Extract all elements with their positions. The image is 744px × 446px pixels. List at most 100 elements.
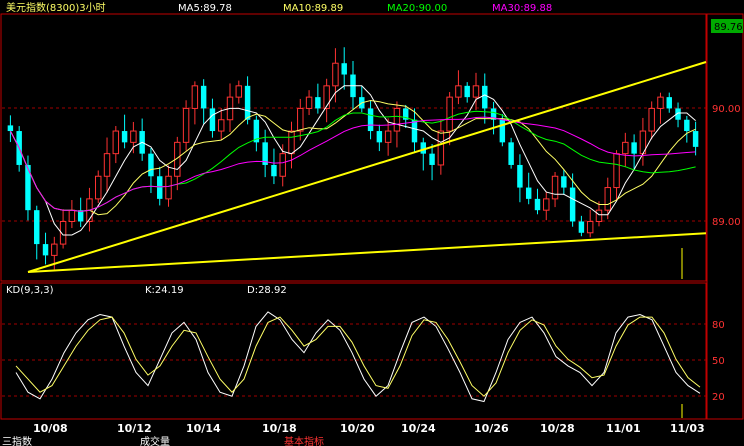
candle-body: [191, 85, 199, 109]
ytick-90: 90.00: [712, 104, 741, 115]
trendlines-group: [27, 61, 707, 273]
candle-body: [508, 142, 514, 165]
ma5-label: MA5:89.78: [178, 3, 232, 14]
candle-body: [182, 107, 190, 143]
candle-body: [376, 131, 383, 143]
candle-body: [684, 119, 690, 132]
lower-trendline: [27, 232, 707, 273]
bottom-tab[interactable]: 三指数: [2, 435, 32, 446]
candle-body: [595, 209, 603, 222]
date-tick: 11/03: [670, 422, 705, 435]
candle-body: [200, 85, 207, 109]
candle-body: [367, 108, 374, 132]
bottom-tab[interactable]: 成交量: [140, 435, 170, 446]
candle-body: [157, 176, 163, 199]
candle-body: [561, 176, 567, 188]
date-tick: 10/28: [540, 422, 575, 435]
candle-body: [586, 220, 594, 234]
candle-body: [165, 175, 172, 200]
candle-body: [332, 62, 339, 87]
candle-body: [7, 125, 14, 132]
candle-body: [42, 244, 49, 256]
candle-body: [209, 108, 216, 132]
candle-body: [437, 130, 445, 166]
date-tick: 10/26: [474, 422, 509, 435]
candle-body: [279, 153, 286, 177]
ytick-89: 89.00: [712, 217, 741, 228]
candle-body: [446, 96, 453, 132]
candle-body: [543, 198, 550, 211]
date-tick: 10/18: [262, 422, 297, 435]
candles-group: [7, 47, 699, 270]
candle-body: [130, 130, 137, 143]
ytick-kd-50: 50: [712, 356, 725, 367]
candle-body: [455, 85, 462, 98]
candle-body: [666, 97, 672, 109]
candle-body: [244, 85, 251, 120]
candle-body: [148, 153, 154, 177]
candle-body: [288, 130, 295, 155]
candle-body: [578, 221, 585, 233]
ma10-line: [9, 99, 696, 216]
date-tick: 10/24: [401, 422, 436, 435]
candle-body: [472, 85, 480, 98]
ytick-kd-80: 80: [712, 320, 725, 331]
candle-body: [692, 131, 699, 147]
candle-body: [525, 187, 532, 199]
candle-body: [103, 153, 111, 177]
date-tick: 10/08: [33, 422, 68, 435]
date-axis: 10/08 10/12 10/14 10/18 10/20 10/24 10/2…: [33, 422, 705, 435]
date-tick: 10/20: [340, 422, 375, 435]
candle-body: [112, 130, 120, 155]
candle-body: [51, 243, 58, 256]
candle-body: [218, 119, 225, 132]
chart-title: 美元指数(8300)3小时: [6, 1, 106, 14]
candle-body: [482, 85, 488, 109]
candle-body: [569, 187, 576, 222]
bottom-tab[interactable]: 基本指标: [284, 435, 324, 446]
ma30-label: MA30:89.88: [492, 3, 552, 14]
candle-body: [534, 198, 541, 211]
candle-body: [121, 131, 128, 143]
candle-body: [657, 96, 664, 109]
d-line: [15, 316, 701, 397]
candle-body: [648, 107, 655, 132]
date-tick: 11/01: [606, 422, 641, 435]
candle-body: [551, 175, 559, 200]
kd-lines-group: [15, 248, 701, 418]
candle-body: [315, 97, 321, 109]
stock-chart[interactable]: 美元指数(8300)3小时 MA5:89.78 MA10:89.89 MA20:…: [0, 0, 744, 446]
candle-body: [271, 164, 277, 177]
candle-body: [95, 175, 102, 200]
upper-trendline: [27, 61, 707, 273]
last-price-label: 89.76: [714, 22, 743, 33]
ma10-label: MA10:89.89: [283, 3, 343, 14]
candle-body: [297, 107, 304, 132]
candle-body: [613, 153, 620, 189]
candle-body: [411, 119, 418, 143]
k-value: K:24.19: [145, 285, 184, 296]
candle-body: [499, 119, 506, 143]
candle-body: [341, 63, 347, 75]
ma20-line: [9, 110, 696, 212]
candle-body: [622, 141, 629, 155]
candle-body: [68, 209, 76, 222]
candle-body: [34, 210, 40, 245]
candle-body: [305, 96, 313, 109]
candle-body: [604, 187, 611, 211]
candle-body: [517, 164, 523, 188]
candle-body: [464, 85, 470, 98]
candle-body: [393, 107, 401, 132]
ytick-kd-20: 20: [712, 392, 725, 403]
candle-body: [323, 85, 330, 109]
candle-body: [235, 85, 243, 98]
d-value: D:28.92: [247, 285, 287, 296]
date-tick: 10/14: [186, 422, 221, 435]
bottom-tabs[interactable]: 三指数 成交量 基本指标: [2, 435, 324, 446]
ma20-label: MA20:90.00: [387, 3, 447, 14]
date-tick: 10/12: [117, 422, 152, 435]
kd-panel: [0, 282, 707, 420]
candle-body: [631, 142, 637, 154]
candle-body: [384, 130, 392, 143]
candle-body: [429, 153, 435, 165]
